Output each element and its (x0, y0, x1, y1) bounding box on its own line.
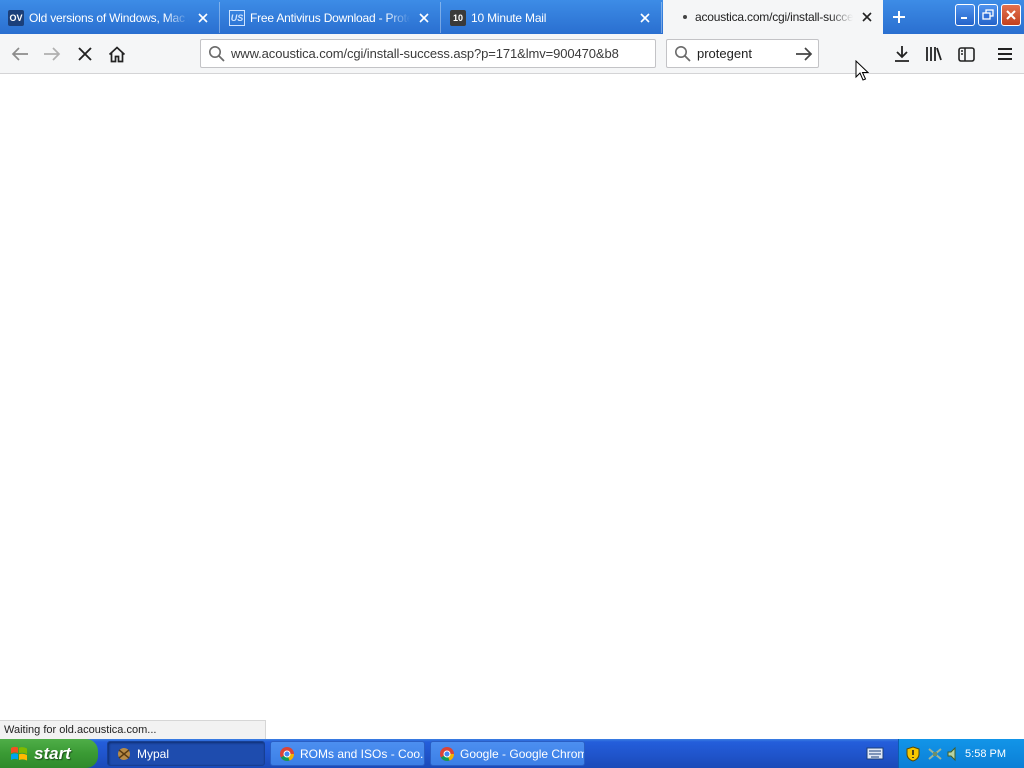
url-text: www.acoustica.com/cgi/install-success.as… (231, 46, 619, 61)
start-label: start (34, 743, 71, 763)
taskbar-item-label: ROMs and ISOs - Coo... (300, 746, 425, 761)
home-button[interactable] (103, 40, 131, 68)
close-window-button[interactable] (1001, 4, 1021, 26)
tab-acoustica[interactable]: acoustica.com/cgi/install-success.asp (663, 0, 883, 34)
search-go-arrow-icon[interactable] (795, 46, 813, 61)
loading-dot-icon (683, 15, 687, 19)
home-icon (108, 45, 126, 62)
tab-title: Old versions of Windows, Mac and Linux S… (29, 10, 189, 25)
library-button[interactable] (920, 40, 948, 68)
tab-title: 10 Minute Mail (471, 10, 547, 25)
plus-icon (893, 11, 905, 23)
chrome-icon (439, 746, 455, 762)
close-tab-icon[interactable] (416, 10, 432, 26)
tenminutemail-favicon-icon: 10 (450, 9, 466, 26)
page-content (0, 75, 1024, 738)
forward-arrow-icon (44, 47, 61, 61)
sidebar-toggle-button[interactable] (952, 40, 980, 68)
url-bar[interactable]: www.acoustica.com/cgi/install-success.as… (200, 39, 656, 68)
tab-title: acoustica.com/cgi/install-success.asp (695, 10, 853, 24)
chrome-icon (279, 746, 295, 762)
tab-title: Free Antivirus Download - Protegent (250, 10, 410, 25)
downloads-button[interactable] (888, 40, 916, 68)
sidebar-icon (957, 46, 975, 62)
mypal-app-icon (116, 746, 132, 762)
mouse-cursor-icon (855, 59, 870, 85)
search-icon (208, 45, 225, 62)
stop-icon (78, 47, 92, 61)
download-icon (895, 46, 909, 62)
taskbar-item-roms[interactable]: ROMs and ISOs - Coo... (270, 741, 425, 766)
taskbar-item-label: Mypal (137, 746, 170, 761)
oldversion-favicon-icon: OV (8, 9, 24, 26)
taskbar-item-label: Google - Google Chrome (460, 746, 585, 761)
keyboard-layout-icon[interactable] (866, 745, 884, 764)
search-bar[interactable]: protegent (666, 39, 819, 68)
clock[interactable]: 5:58 PM (965, 748, 1006, 760)
close-tab-icon[interactable] (637, 10, 653, 26)
menu-button[interactable] (991, 40, 1019, 68)
new-tab-button[interactable] (886, 4, 912, 30)
system-tray: 5:58 PM (898, 739, 1024, 768)
tab-old-versions[interactable]: OV Old versions of Windows, Mac and Linu… (0, 2, 220, 33)
search-icon (674, 45, 691, 62)
tab-protegent[interactable]: US Free Antivirus Download - Protegent (221, 2, 441, 33)
navigation-toolbar: www.acoustica.com/cgi/install-success.as… (0, 34, 1024, 74)
forward-button[interactable] (38, 40, 66, 68)
back-arrow-icon (11, 47, 28, 61)
close-icon (1006, 10, 1016, 20)
restore-icon (982, 9, 994, 20)
status-bar: Waiting for old.acoustica.com... (0, 720, 266, 739)
back-button[interactable] (6, 40, 34, 68)
security-shield-icon[interactable] (906, 745, 920, 762)
library-icon (926, 47, 942, 61)
volume-icon[interactable] (946, 746, 962, 762)
search-input[interactable]: protegent (697, 46, 795, 61)
taskbar-item-google-chrome[interactable]: Google - Google Chrome (430, 741, 585, 766)
start-button[interactable]: start (0, 739, 98, 768)
minimize-button[interactable] (955, 4, 975, 26)
tab-strip: OV Old versions of Windows, Mac and Linu… (0, 0, 1024, 34)
close-tab-icon[interactable] (195, 10, 211, 26)
hamburger-menu-icon (998, 48, 1012, 60)
taskbar-item-mypal[interactable]: Mypal (107, 741, 265, 766)
windows-logo-icon (10, 745, 28, 763)
network-icon[interactable] (927, 746, 943, 762)
minimize-icon (961, 17, 967, 19)
taskbar: start Mypal ROMs and ISOs - Coo... Googl… (0, 739, 1024, 768)
protegent-favicon-icon: US (229, 9, 245, 26)
tab-10-minute-mail[interactable]: 10 10 Minute Mail (442, 2, 662, 33)
stop-button[interactable] (71, 40, 99, 68)
close-tab-icon[interactable] (859, 9, 875, 25)
restore-button[interactable] (978, 4, 998, 26)
